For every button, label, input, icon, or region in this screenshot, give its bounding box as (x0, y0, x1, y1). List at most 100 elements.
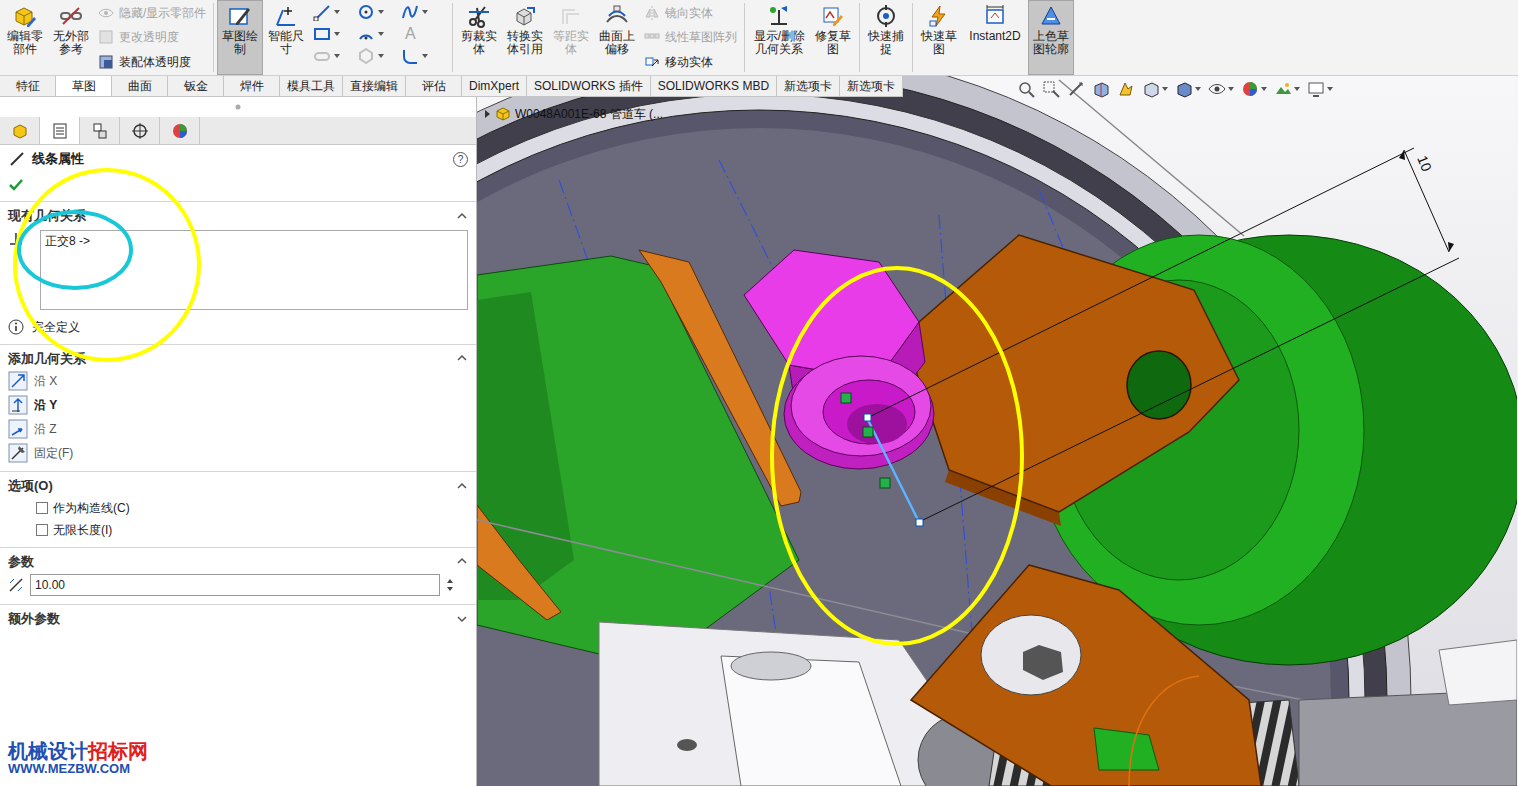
ribbon-button[interactable]: 快速捕捉 (863, 0, 909, 75)
panel-grip[interactable] (0, 97, 476, 117)
command-tab[interactable]: 草图 (56, 76, 112, 96)
sketch-tool[interactable] (401, 3, 445, 21)
option-checkbox[interactable] (36, 502, 48, 514)
command-tab[interactable]: 焊件 (224, 76, 280, 96)
ribbon-button[interactable]: 快速草图 (916, 0, 962, 75)
ribbon-small-button[interactable]: 更改透明度 (98, 29, 206, 45)
command-tab[interactable]: 曲面 (112, 76, 168, 96)
add-relation-button[interactable]: 沿 X (0, 369, 476, 393)
spin-buttons[interactable] (446, 578, 454, 592)
zoom-area-icon (1042, 80, 1060, 98)
section-header[interactable]: 添加几何关系 (0, 348, 476, 370)
rapid-sketch-icon (927, 4, 951, 28)
option-row[interactable]: 作为构造线(C) (0, 497, 476, 519)
toolbar-button[interactable] (1274, 80, 1300, 98)
ribbon-small-button[interactable]: 镜向实体 (644, 5, 737, 21)
ribbon-small-label: 镜向实体 (665, 5, 713, 21)
ribbon-small-button[interactable]: 线性草图阵列 (644, 29, 737, 45)
toolbar-button[interactable] (1208, 80, 1234, 98)
graphics-area[interactable]: 10 W0048A001E-68 管道车 (... (477, 76, 1518, 786)
toolbar-button[interactable] (1307, 80, 1333, 98)
feature-tree-root[interactable]: W0048A001E-68 管道车 (... (483, 105, 663, 123)
sketch-tool[interactable] (313, 47, 357, 65)
panel-tab[interactable] (120, 117, 160, 144)
ribbon-button[interactable]: 编辑零部件 (2, 0, 48, 75)
command-tabs: 特征草图曲面钣金焊件模具工具直接编辑评估DimXpertSOLIDWORKS 插… (0, 76, 903, 97)
panel-tab[interactable] (80, 117, 120, 144)
toolbar-button[interactable] (1092, 80, 1110, 98)
command-tab[interactable]: DimXpert (462, 76, 527, 96)
sketch-tool[interactable] (357, 3, 401, 21)
ribbon-button[interactable]: 修复草图 (810, 0, 856, 75)
dimension-value[interactable]: 10 (1414, 153, 1435, 174)
section-header[interactable]: 选项(O) (0, 475, 476, 497)
ribbon-button[interactable]: 无外部参考 (48, 0, 94, 75)
sketch-tool[interactable] (313, 3, 357, 21)
help-button[interactable]: ? (453, 152, 468, 167)
toolbar-button[interactable] (1067, 80, 1085, 98)
heads-up-toolbar (1017, 80, 1333, 98)
command-tab[interactable]: 新选项卡 (777, 76, 840, 96)
ribbon-button[interactable]: Instant2D (962, 0, 1027, 75)
main-area: 特征草图曲面钣金焊件模具工具直接编辑评估DimXpertSOLIDWORKS 插… (0, 76, 1518, 786)
ribbon-button[interactable]: 等距实体 (548, 0, 594, 75)
command-tab[interactable]: SOLIDWORKS 插件 (527, 76, 651, 96)
relations-list[interactable]: 正交8 -> (40, 230, 468, 310)
command-tab[interactable]: 直接编辑 (343, 76, 406, 96)
sketch-tool[interactable] (357, 25, 401, 43)
option-checkbox[interactable] (36, 524, 48, 536)
ribbon-small-label: 隐藏/显示零部件 (119, 5, 206, 21)
status-text: 完全定义 (32, 318, 80, 336)
section-header[interactable]: 参数 (0, 551, 476, 573)
command-tab[interactable]: 评估 (406, 76, 462, 96)
add-relation-button[interactable]: 沿 Y (0, 393, 476, 417)
ribbon-button[interactable]: 上色草图轮廓 (1028, 0, 1074, 75)
toolbar-button[interactable] (1175, 80, 1201, 98)
ribbon-button[interactable]: 草图绘制 (217, 0, 263, 75)
ribbon-button-label: 剪裁实体 (460, 30, 498, 56)
toolbar-button[interactable] (1241, 80, 1267, 98)
option-row[interactable]: 无限长度(I) (0, 519, 476, 541)
panel-tab[interactable] (0, 117, 40, 144)
ribbon-button[interactable]: 显示/删除几何关系 (748, 0, 810, 75)
panel-tab[interactable] (160, 117, 200, 144)
ribbon-button[interactable]: 剪裁实体 (456, 0, 502, 75)
section-header[interactable]: 现有几何关系 (0, 205, 476, 227)
ribbon-small-button[interactable]: 隐藏/显示零部件 (98, 5, 206, 21)
ribbon-button-label: 显示/删除几何关系 (752, 30, 806, 56)
relation-item[interactable]: 正交8 -> (45, 233, 463, 249)
ribbon-button[interactable]: 智能尺寸 (263, 0, 309, 75)
command-tab[interactable]: 模具工具 (280, 76, 343, 96)
ribbon-button[interactable]: 曲面上偏移 (594, 0, 640, 75)
sketch-tool[interactable]: A (401, 25, 445, 43)
spline-icon (401, 3, 419, 21)
add-relation-button[interactable]: 固定(F) (0, 441, 476, 465)
sketch-tool[interactable] (401, 47, 445, 65)
command-tab[interactable]: 特征 (0, 76, 56, 96)
command-tab[interactable]: 新选项卡 (840, 76, 903, 96)
ribbon-button[interactable]: 转换实体引用 (502, 0, 548, 75)
length-field[interactable] (30, 574, 440, 596)
toolbar-button[interactable] (1017, 80, 1035, 98)
sketch-tool[interactable] (313, 25, 357, 43)
ok-check-icon[interactable] (8, 177, 24, 193)
appearance-icon (1241, 80, 1259, 98)
ribbon-button-label: 编辑零部件 (6, 30, 44, 56)
toolbar-button[interactable] (1042, 80, 1060, 98)
model-scene[interactable]: 10 (477, 76, 1517, 786)
section-header[interactable]: 额外参数 (0, 608, 476, 630)
command-ribbon: 编辑零部件无外部参考 隐藏/显示零部件更改透明度装配体透明度草图绘制智能尺寸 A 剪裁… (0, 0, 1518, 76)
panel-tab[interactable] (40, 117, 80, 144)
spin-up-icon (446, 578, 454, 584)
command-tab[interactable]: 钣金 (168, 76, 224, 96)
add-relation-button[interactable]: 沿 Z (0, 417, 476, 441)
toolbar-button[interactable] (1117, 80, 1135, 98)
sketch-tool[interactable] (357, 47, 401, 65)
toolbar-button[interactable] (1142, 80, 1168, 98)
offset-entities-icon (559, 4, 583, 28)
circle-icon (357, 3, 375, 21)
ribbon-small-button[interactable]: 移动实体 (644, 54, 737, 70)
relation-type-icon (8, 371, 28, 391)
ribbon-small-button[interactable]: 装配体透明度 (98, 54, 206, 70)
command-tab[interactable]: SOLIDWORKS MBD (651, 76, 777, 96)
